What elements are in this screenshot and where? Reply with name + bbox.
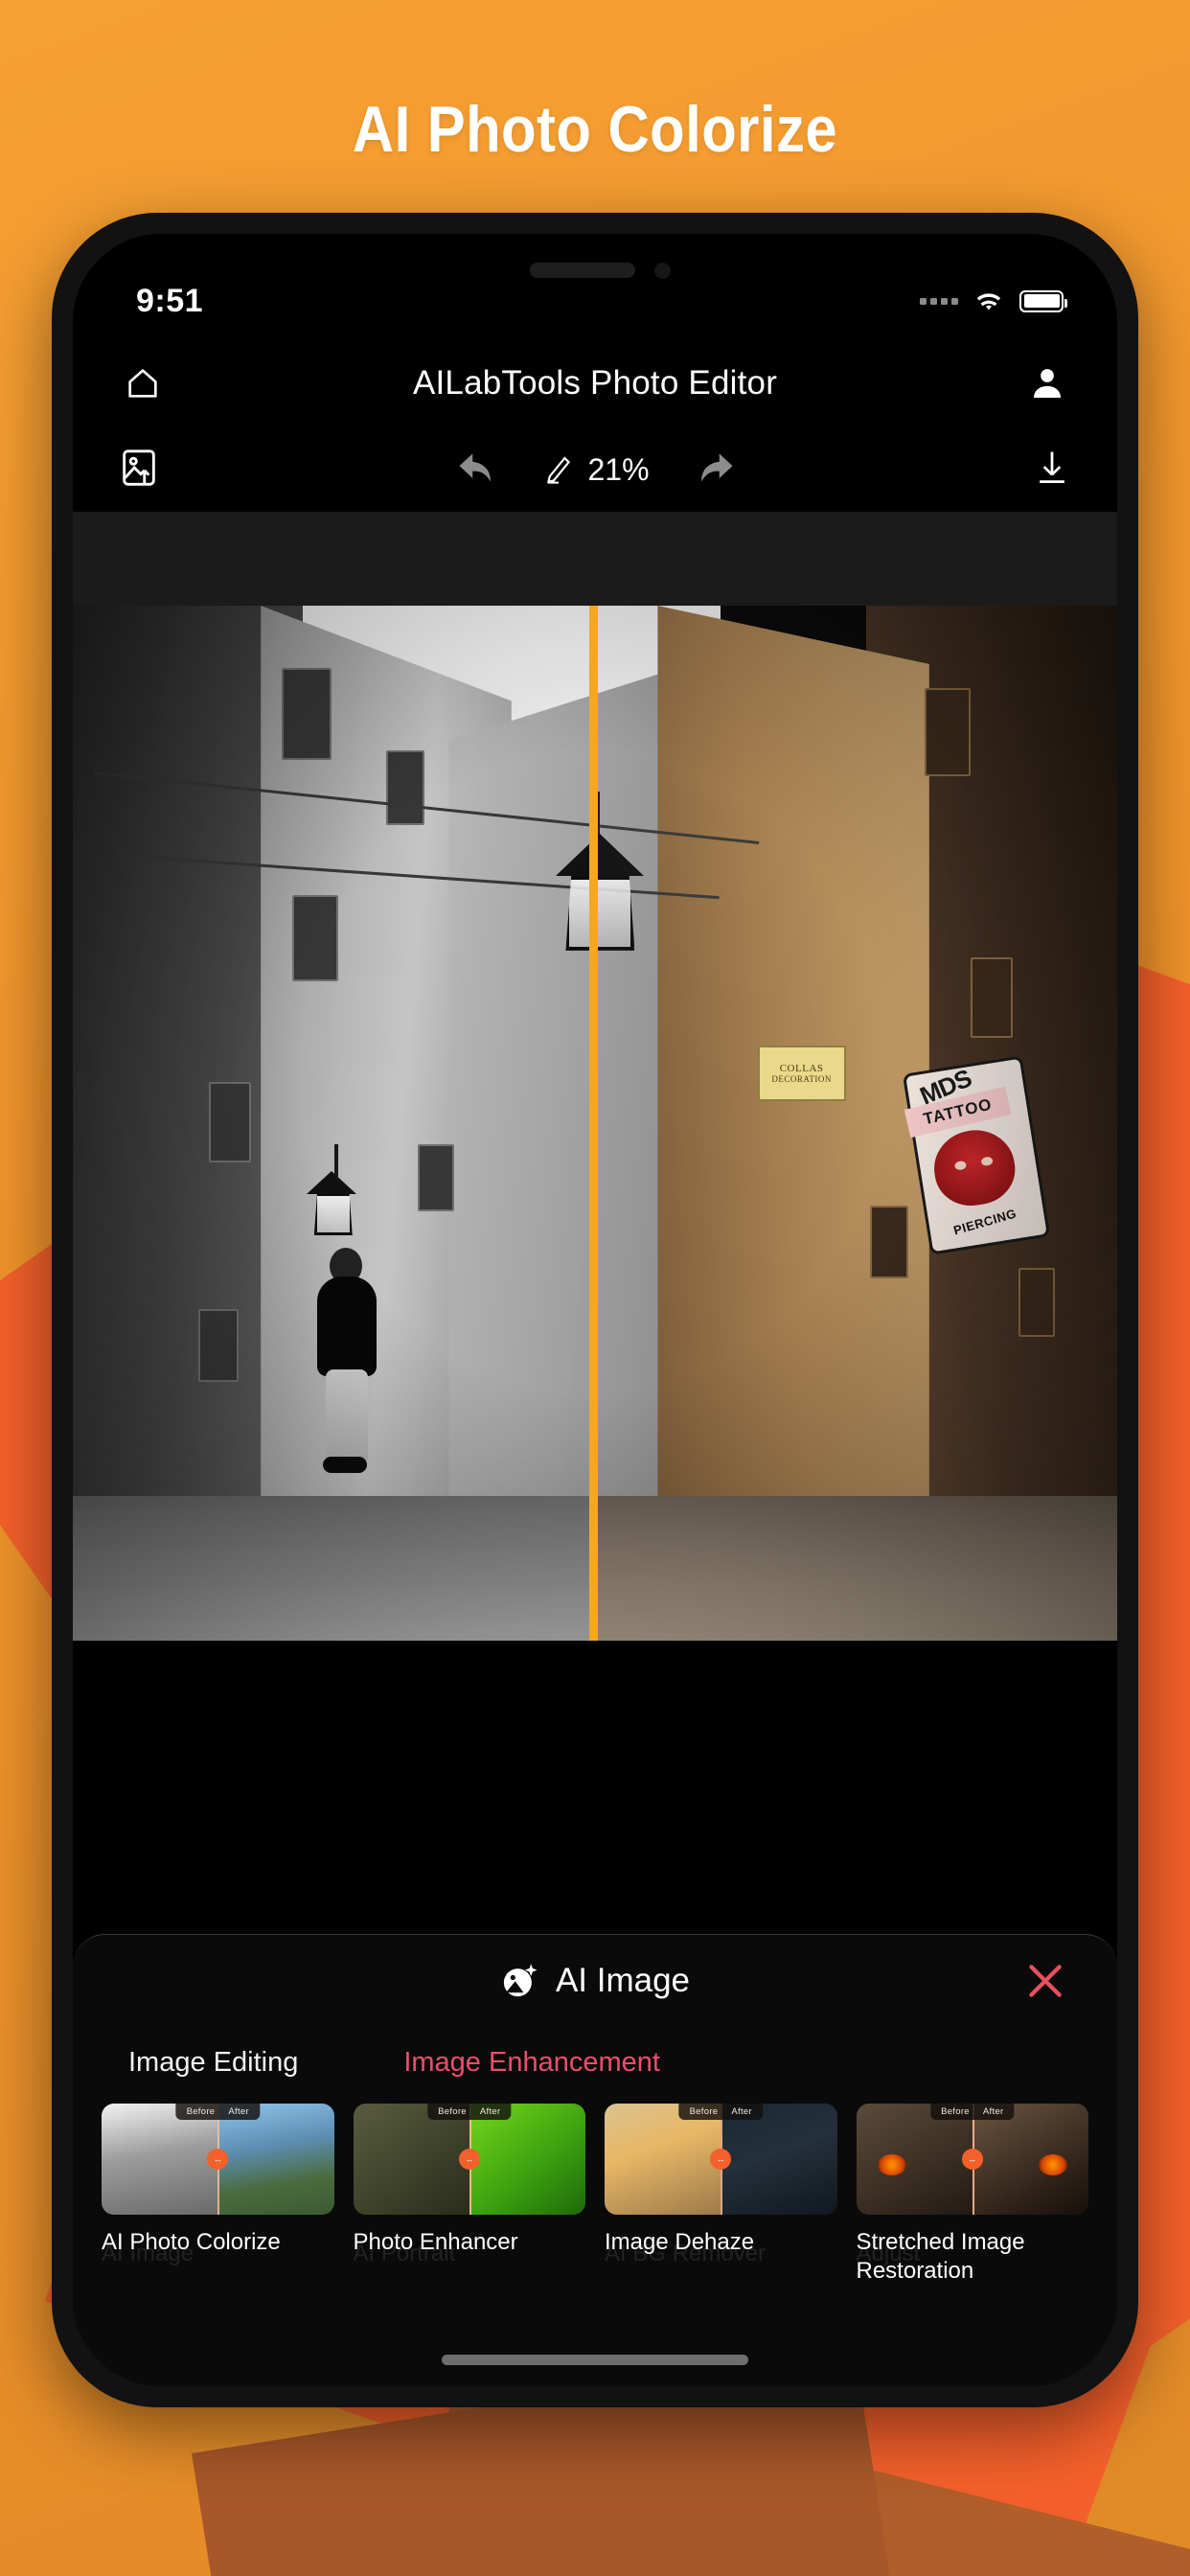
thumb-slider-knob: ↔ (207, 2149, 229, 2170)
thumb-slider-knob: ↔ (710, 2149, 732, 2170)
image-upload-icon[interactable] (117, 446, 161, 494)
home-icon[interactable] (121, 361, 165, 405)
thumb-slider-knob: ↔ (961, 2149, 983, 2170)
thumb-after-label: After (228, 2106, 249, 2117)
thumb-after-label: After (731, 2106, 752, 2117)
ai-image-sparkle-icon (503, 1964, 538, 1997)
editor-blank-band (73, 512, 1117, 606)
tool-thumbnail: ↔ Before After (353, 2104, 585, 2215)
download-icon[interactable] (1031, 447, 1073, 494)
sheet-title-label: AI Image (555, 1962, 691, 1999)
thumb-before-label: Before (941, 2106, 970, 2117)
owl-eye-left (877, 2154, 906, 2176)
tool-ghost-label: AI Portrait (353, 2241, 456, 2266)
before-after-photo[interactable]: COLLAS DECORATION MDS TATTOO PIERCING (73, 606, 1117, 1641)
sign-line-2: DECORATION (771, 1074, 832, 1084)
tool-ai-photo-colorize[interactable]: ↔ Before After AI Image AI Photo Coloriz… (102, 2104, 334, 2286)
tab-image-editing[interactable]: Image Editing (128, 2047, 298, 2079)
tool-ghost-label: AI BG Remover (605, 2241, 767, 2266)
thumb-before-label: Before (186, 2106, 216, 2117)
edit-progress-group[interactable]: 21% (542, 451, 650, 488)
thumb-before-after-pill: Before After (678, 2104, 763, 2120)
thumb-after (469, 2104, 585, 2215)
thumb-before-label: Before (689, 2106, 719, 2117)
battery-full-icon (1019, 289, 1067, 312)
window (971, 957, 1013, 1039)
pencil-icon (547, 456, 571, 484)
thumb-after-label: After (479, 2106, 501, 2117)
tool-stretched-image-restoration[interactable]: ↔ Before After Adjust Stretched Image Re… (856, 2104, 1088, 2286)
tool-thumbnail: ↔ Before After (102, 2104, 334, 2215)
thumb-after (721, 2104, 837, 2215)
tab-image-enhancement[interactable]: Image Enhancement (403, 2047, 660, 2079)
phone-mockup: 9:51 AILabTools Photo Editor 21% COLLAS … (52, 213, 1138, 2407)
app-header: AILabTools Photo Editor (73, 339, 1117, 427)
thumb-after (217, 2104, 334, 2215)
thumb-after-label: After (982, 2106, 1004, 2117)
undo-arrow-icon[interactable] (450, 447, 500, 494)
ai-image-sheet: AI Image Image Editing Image Enhancement (73, 1934, 1117, 2386)
monkey-mascot (928, 1123, 1020, 1211)
shop-sign-collas: COLLAS DECORATION (757, 1046, 846, 1101)
tool-image-dehaze[interactable]: ↔ Before After AI BG Remover Image Dehaz… (605, 2104, 837, 2286)
sheet-header: AI Image (73, 1935, 1117, 2027)
earpiece-speaker (529, 263, 635, 278)
thumb-before-after-pill: Before After (930, 2104, 1015, 2120)
sheet-tabs: Image Editing Image Enhancement (73, 2027, 1117, 2098)
person-icon[interactable] (1025, 361, 1069, 405)
app-title: AILabTools Photo Editor (412, 364, 778, 402)
thumb-before (605, 2104, 721, 2215)
window (870, 1206, 908, 1279)
status-time: 9:51 (136, 282, 204, 319)
home-indicator[interactable] (442, 2355, 748, 2365)
page-title: AI Photo Colorize (352, 93, 838, 166)
before-desaturate-overlay (73, 606, 593, 1641)
sign-piercing-text: PIERCING (935, 1196, 1035, 1246)
tool-thumbnail: ↔ Before After (605, 2104, 837, 2215)
wifi-icon (976, 293, 1001, 310)
street-ground-warm (595, 1495, 1117, 1641)
edit-progress-label: 21% (587, 451, 650, 487)
thumb-before-after-pill: Before After (427, 2104, 512, 2120)
tool-list: ↔ Before After AI Image AI Photo Coloriz… (73, 2098, 1117, 2286)
window (925, 688, 972, 777)
phone-notch (389, 234, 801, 318)
thumb-slider-knob: ↔ (458, 2149, 480, 2170)
tool-ghost-label: AI Image (102, 2241, 195, 2266)
tool-ghost-label: Adjust (856, 2241, 921, 2266)
tool-photo-enhancer[interactable]: ↔ Before After AI Portrait Photo Enhance… (353, 2104, 585, 2286)
before-after-slider-handle[interactable] (588, 606, 598, 1641)
thumb-before-label: Before (438, 2106, 467, 2117)
signal-dots-icon (920, 297, 958, 305)
thumb-before (856, 2104, 973, 2215)
tool-thumbnail: ↔ Before After (856, 2104, 1088, 2215)
front-camera (654, 263, 671, 279)
redo-arrow-icon[interactable] (692, 447, 742, 494)
editor-toolbar: 21% (73, 427, 1117, 512)
window (1018, 1268, 1055, 1338)
thumb-before (353, 2104, 469, 2215)
thumb-after (972, 2104, 1088, 2215)
sign-line-1: COLLAS (779, 1063, 824, 1074)
phone-screen: 9:51 AILabTools Photo Editor 21% COLLAS … (73, 234, 1117, 2386)
thumb-before (102, 2104, 218, 2215)
close-x-icon[interactable] (1019, 1955, 1071, 2007)
thumb-before-after-pill: Before After (175, 2104, 260, 2120)
